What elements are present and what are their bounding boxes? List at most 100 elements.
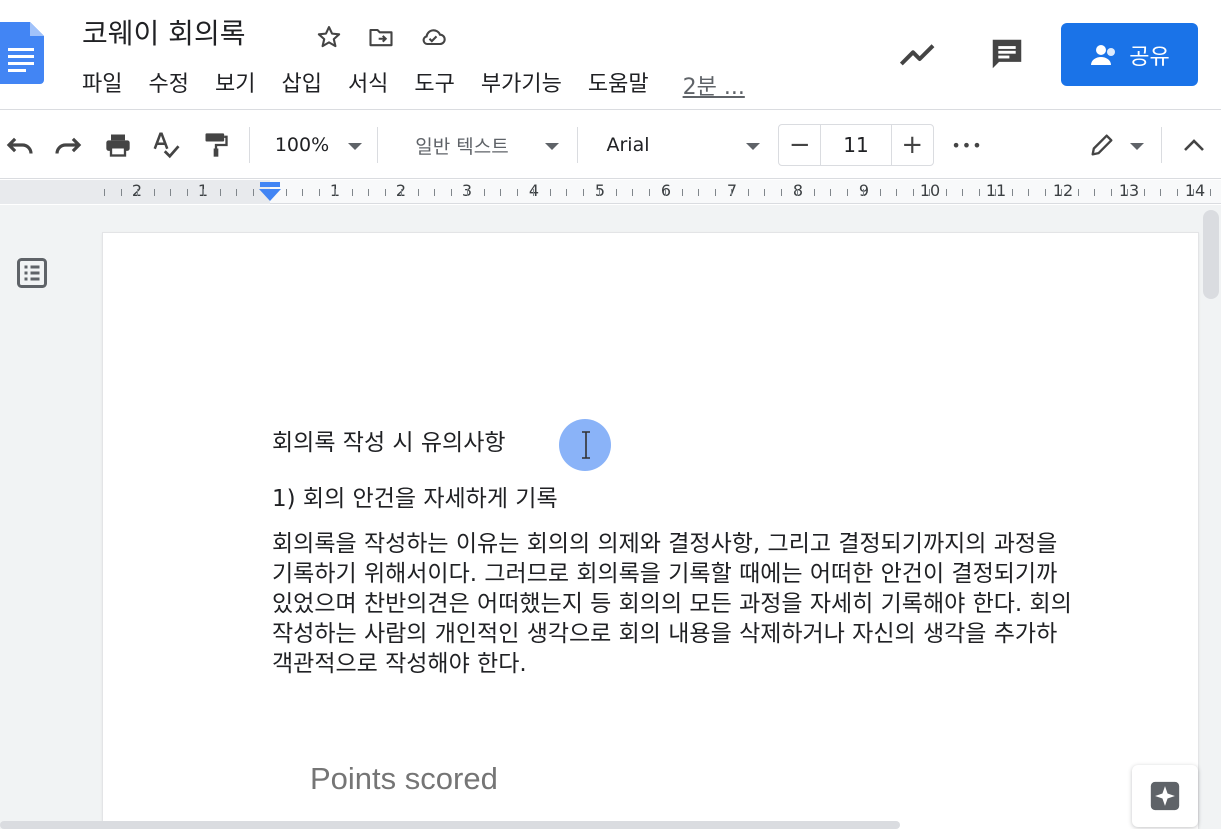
ruler-tick [484, 189, 485, 196]
ruler-tick [352, 189, 353, 196]
ruler-tick [368, 189, 369, 196]
ruler-tick [632, 189, 633, 196]
ruler-tick [665, 189, 666, 196]
ruler-tick [830, 189, 831, 196]
toolbar-divider [577, 127, 578, 163]
ruler-label: 7 [726, 181, 738, 200]
ruler-tick [863, 189, 864, 196]
more-options-button[interactable]: ••• [946, 127, 988, 163]
menu-edit[interactable]: 수정 [148, 68, 188, 102]
undo-icon[interactable] [2, 127, 38, 163]
ruler-tick [533, 189, 534, 196]
ruler-tick [1045, 189, 1046, 196]
ruler-tick [698, 189, 699, 196]
chevron-up-icon[interactable] [1176, 127, 1212, 163]
ruler-label: 10 [919, 181, 941, 200]
style-value: 일반 텍스트 [415, 135, 509, 158]
spellcheck-icon[interactable] [148, 127, 184, 163]
ruler-tick [599, 189, 600, 196]
ruler-tick [434, 189, 435, 196]
ruler-tick [1012, 189, 1013, 196]
ruler-tick [946, 189, 947, 196]
toolbar: 100% 일반 텍스트 Arial ••• [0, 111, 1221, 179]
ruler-tick [137, 189, 138, 196]
embedded-chart-title[interactable]: Points scored [310, 761, 498, 797]
document-title[interactable]: 코웨이 회의록 [82, 14, 245, 54]
activity-trend-icon[interactable] [896, 32, 940, 76]
comment-icon[interactable] [985, 32, 1029, 76]
ruler-tick [220, 189, 221, 196]
ruler-label: 5 [594, 181, 606, 200]
style-select[interactable]: 일반 텍스트 [392, 127, 532, 163]
ruler-tick [715, 189, 716, 196]
chevron-down-icon[interactable] [348, 143, 362, 150]
ruler-tick [583, 189, 584, 196]
ruler-tick [616, 189, 617, 196]
ruler-tick [451, 189, 452, 196]
ruler-tick [731, 189, 732, 196]
ruler-tick [500, 189, 501, 196]
document-page[interactable]: 회의록 작성 시 유의사항 1) 회의 안건을 자세하게 기록 회의록을 작성하… [103, 233, 1198, 829]
ruler-tick [764, 189, 765, 196]
ruler-label: 8 [792, 181, 804, 200]
increase-font-size-button[interactable]: + [892, 125, 933, 165]
ruler-tick [302, 189, 303, 196]
menu-tools[interactable]: 도구 [414, 68, 454, 102]
print-icon[interactable] [100, 127, 136, 163]
ruler-label: 13 [1118, 181, 1140, 200]
ruler-tick [418, 189, 419, 196]
redo-icon[interactable] [50, 127, 86, 163]
chevron-down-icon[interactable] [746, 143, 760, 150]
zoom-value: 100% [274, 134, 330, 156]
more-options-label: ••• [951, 135, 983, 155]
indent-marker[interactable] [258, 182, 282, 204]
toolbar-divider [1161, 127, 1162, 163]
ruler-tick [1078, 189, 1079, 196]
ruler-tick [335, 189, 336, 196]
cloud-saved-icon[interactable] [416, 22, 450, 52]
menu-format[interactable]: 서식 [348, 68, 388, 102]
decrease-font-size-button[interactable]: − [779, 125, 820, 165]
chevron-down-icon[interactable] [545, 143, 559, 150]
menu-view[interactable]: 보기 [215, 68, 255, 102]
chevron-down-icon[interactable] [1130, 143, 1144, 150]
paragraph-line: 작성하는 사람의 개인적인 생각으로 회의 내용을 삭제하거나 자신의 생각을 … [272, 621, 1058, 647]
explore-button[interactable] [1132, 765, 1198, 827]
ruler-tick [1177, 189, 1178, 196]
ruler-tick [781, 189, 782, 196]
ruler-tick [929, 189, 930, 196]
ruler-label: 4 [528, 181, 540, 200]
document-heading[interactable]: 회의록 작성 시 유의사항 [272, 425, 506, 461]
vertical-scrollbar[interactable] [1203, 210, 1219, 299]
ruler-label: 12 [1052, 181, 1074, 200]
ruler-tick [1210, 189, 1211, 196]
ruler-tick [401, 189, 402, 196]
pencil-edit-icon[interactable] [1084, 127, 1120, 163]
menu-help[interactable]: 도움말 [588, 68, 649, 102]
ruler-tick [236, 189, 237, 196]
ruler-tick [995, 189, 996, 196]
paragraph-line: 회의록을 작성하는 이유는 회의의 의제와 결정사항, 그리고 결정되기까지의 … [272, 531, 1058, 557]
document-paragraph[interactable]: 회의록을 작성하는 이유는 회의의 의제와 결정사항, 그리고 결정되기까지의 … [272, 529, 1198, 679]
last-edit-link[interactable]: 2분 ... [683, 69, 745, 101]
menu-insert[interactable]: 삽입 [281, 68, 321, 102]
horizontal-scrollbar[interactable] [0, 821, 900, 829]
menu-file[interactable]: 파일 [82, 68, 122, 102]
zoom-select[interactable]: 100% [262, 127, 342, 163]
ruler[interactable]: 2 1 1 2 3 4 5 6 7 8 9 10 11 12 13 14 [0, 180, 1221, 204]
ruler-tick [467, 189, 468, 196]
document-subheading[interactable]: 1) 회의 안건을 자세하게 기록 [272, 481, 558, 517]
person-icon [1091, 44, 1116, 65]
font-select[interactable]: Arial [596, 127, 660, 163]
font-size-input[interactable]: 11 [820, 125, 892, 165]
ruler-tick [1193, 189, 1194, 196]
paint-format-icon[interactable] [198, 127, 234, 163]
share-button[interactable]: 공유 [1061, 23, 1198, 86]
outline-icon[interactable] [14, 255, 50, 291]
menu-addons[interactable]: 부가기능 [481, 68, 562, 102]
docs-logo-icon[interactable] [0, 22, 44, 84]
ruler-tick [517, 189, 518, 196]
ruler-tick [880, 189, 881, 196]
move-folder-icon[interactable] [364, 22, 398, 52]
star-icon[interactable] [312, 22, 346, 52]
